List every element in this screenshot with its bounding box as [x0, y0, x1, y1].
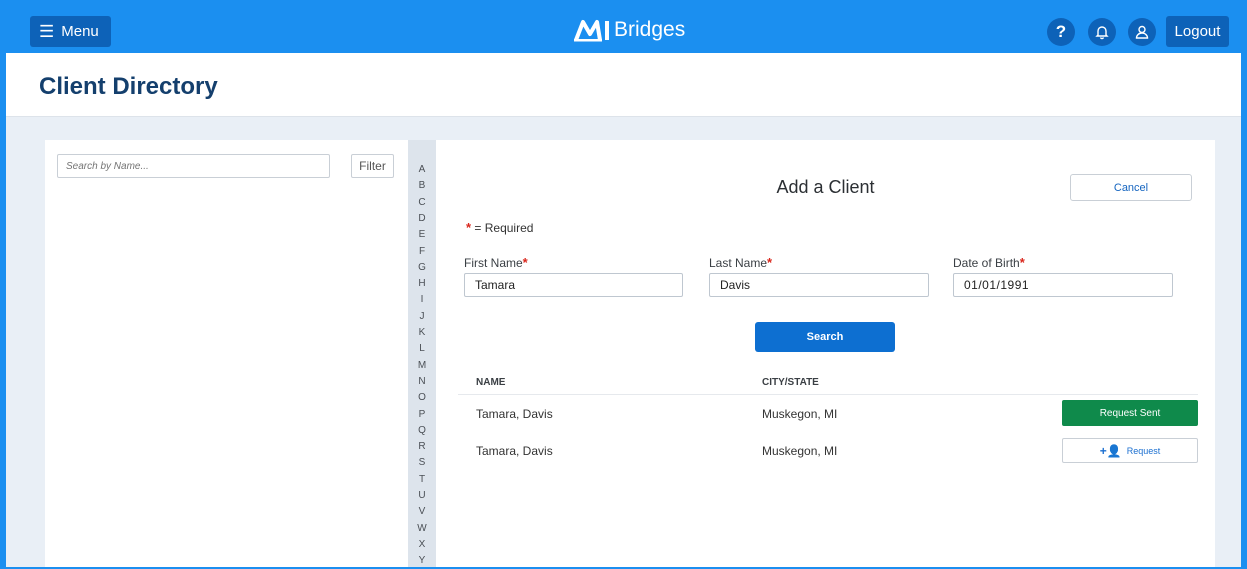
- brand-name: Bridges: [614, 18, 686, 41]
- alpha-letter-d[interactable]: D: [408, 213, 436, 225]
- menu-label: Menu: [61, 23, 99, 40]
- title-band: Client Directory: [6, 53, 1241, 117]
- dob-label-text: Date of Birth: [953, 256, 1020, 270]
- last-name-label-text: Last Name: [709, 256, 768, 270]
- alpha-letter-y[interactable]: Y: [408, 555, 436, 567]
- alpha-letter-t[interactable]: T: [408, 474, 436, 486]
- alpha-letter-w[interactable]: W: [408, 523, 436, 535]
- row-2-city: Muskegon, MI: [762, 444, 838, 458]
- alpha-letter-a[interactable]: A: [408, 164, 436, 176]
- hamburger-icon: ☰: [39, 22, 55, 41]
- alpha-letter-f[interactable]: F: [408, 246, 436, 258]
- help-icon: ?: [1055, 22, 1067, 41]
- alpha-letter-i[interactable]: I: [408, 294, 436, 306]
- required-asterisk-icon: *: [466, 220, 472, 235]
- required-asterisk-icon: *: [1019, 255, 1025, 270]
- row-1-name: Tamara, Davis: [476, 407, 553, 421]
- alphabet-index: ABCDEFGHIJKLMNOPQRSTUVWXY: [408, 140, 436, 567]
- page-title: Client Directory: [39, 73, 218, 100]
- alpha-letter-m[interactable]: M: [408, 360, 436, 372]
- user-icon: [1135, 25, 1149, 39]
- menu-button[interactable]: ☰ Menu: [30, 16, 111, 47]
- alpha-letter-u[interactable]: U: [408, 490, 436, 502]
- request-button-label: Request: [1126, 445, 1161, 456]
- alpha-letter-r[interactable]: R: [408, 441, 436, 453]
- notifications-button[interactable]: [1088, 18, 1116, 46]
- logout-button[interactable]: Logout: [1166, 16, 1229, 47]
- alpha-letter-o[interactable]: O: [408, 392, 436, 404]
- alpha-letter-b[interactable]: B: [408, 180, 436, 192]
- alpha-letter-c[interactable]: C: [408, 197, 436, 209]
- required-asterisk-icon: *: [767, 255, 773, 270]
- alpha-letter-h[interactable]: H: [408, 278, 436, 290]
- bell-icon: [1095, 26, 1109, 40]
- col-header-city: CITY/STATE: [762, 377, 819, 388]
- search-input[interactable]: [57, 154, 330, 178]
- cancel-button[interactable]: Cancel: [1070, 174, 1192, 201]
- row-1-city: Muskegon, MI: [762, 407, 838, 421]
- alpha-letter-v[interactable]: V: [408, 506, 436, 518]
- row-2-name: Tamara, Davis: [476, 444, 553, 458]
- filter-button[interactable]: Filter: [351, 154, 394, 178]
- first-name-label: First Name*: [464, 255, 528, 270]
- alpha-letter-g[interactable]: G: [408, 262, 436, 274]
- last-name-field[interactable]: Davis: [709, 273, 929, 297]
- brand[interactable]: Bridges: [574, 17, 685, 43]
- first-name-label-text: First Name: [464, 256, 523, 270]
- required-asterisk-icon: *: [522, 255, 528, 270]
- mi-logo-icon: [574, 20, 609, 42]
- request-button[interactable]: +👤 Request: [1062, 438, 1198, 463]
- divider: [458, 394, 1198, 395]
- alpha-letter-q[interactable]: Q: [408, 425, 436, 437]
- alpha-letter-x[interactable]: X: [408, 539, 436, 551]
- request-sent-button[interactable]: Request Sent: [1062, 400, 1198, 426]
- required-note: * = Required: [466, 220, 533, 235]
- alpha-letter-l[interactable]: L: [408, 343, 436, 355]
- last-name-label: Last Name*: [709, 255, 772, 270]
- alpha-letter-k[interactable]: K: [408, 327, 436, 339]
- client-list-panel: Filter: [45, 140, 408, 567]
- alpha-letter-e[interactable]: E: [408, 229, 436, 241]
- dob-label: Date of Birth*: [953, 255, 1025, 270]
- alpha-letter-n[interactable]: N: [408, 376, 436, 388]
- top-bar: ☰ Menu Bridges ? Logout: [6, 6, 1241, 53]
- required-note-text: = Required: [474, 221, 534, 235]
- app-frame: ☰ Menu Bridges ? Logout Client Directory…: [6, 6, 1241, 567]
- first-name-field[interactable]: Tamara: [464, 273, 683, 297]
- alpha-letter-j[interactable]: J: [408, 311, 436, 323]
- help-button[interactable]: ?: [1047, 18, 1075, 46]
- alpha-letter-p[interactable]: P: [408, 409, 436, 421]
- dob-field[interactable]: 01/01/1991: [953, 273, 1173, 297]
- alpha-letter-s[interactable]: S: [408, 457, 436, 469]
- add-client-panel: Add a Client Cancel * = Required First N…: [436, 140, 1215, 567]
- col-header-name: NAME: [476, 377, 506, 388]
- search-button[interactable]: Search: [755, 322, 895, 352]
- profile-button[interactable]: [1128, 18, 1156, 46]
- add-user-icon: +👤: [1099, 443, 1122, 458]
